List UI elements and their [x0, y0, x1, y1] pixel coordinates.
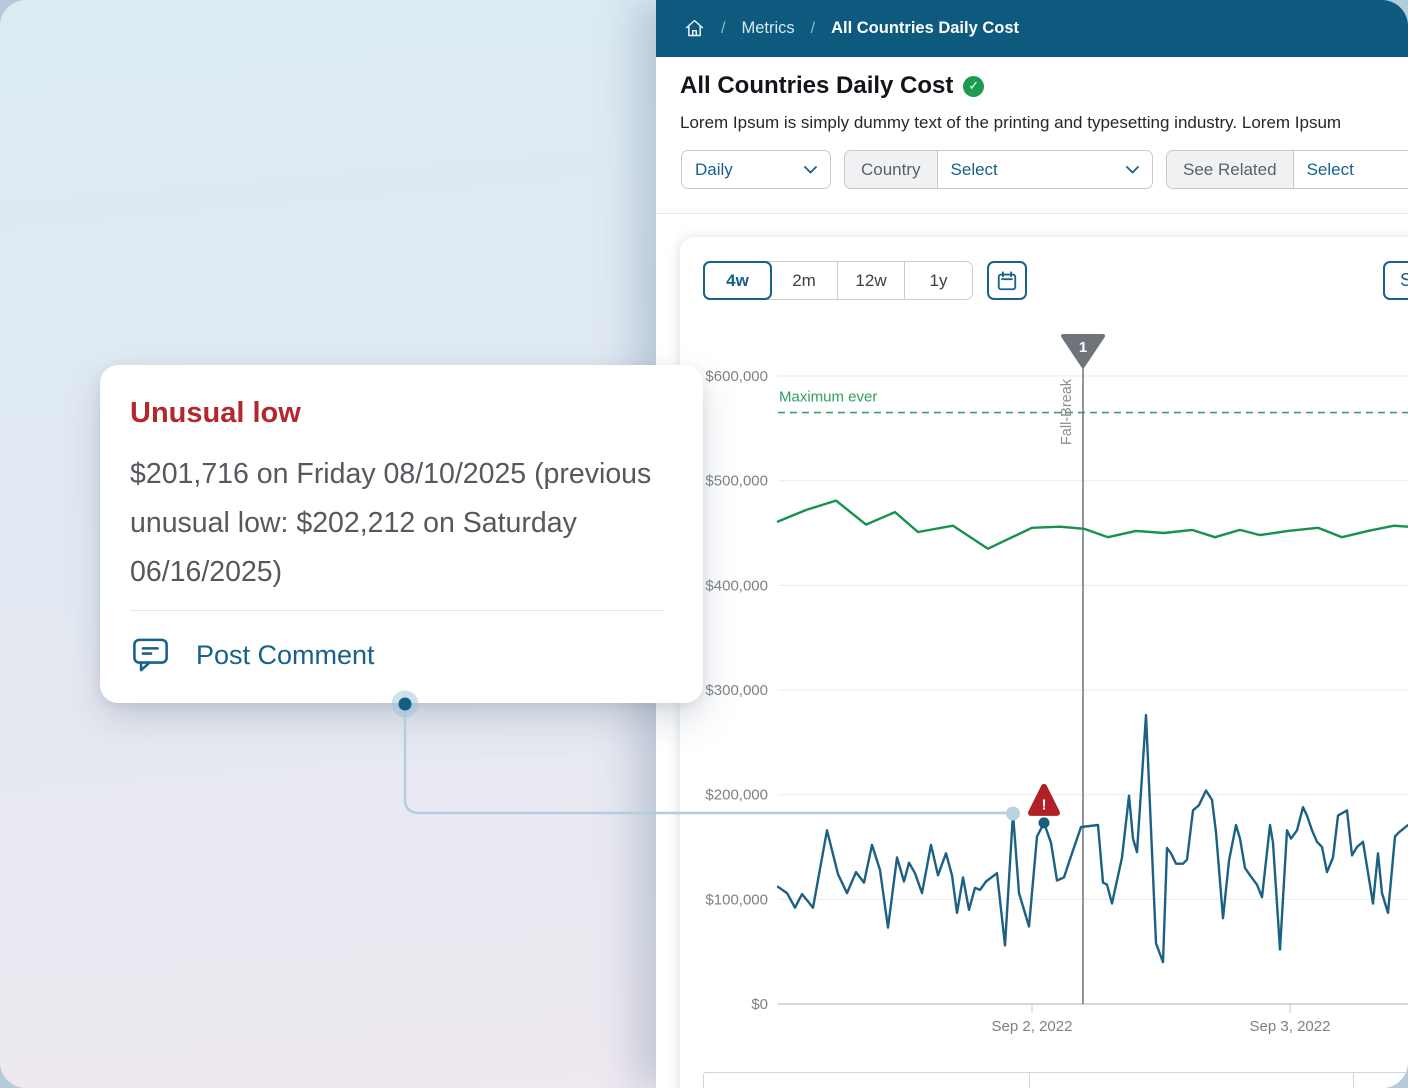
calendar-icon — [996, 270, 1018, 292]
page-subtitle: Lorem Ipsum is simply dummy text of the … — [680, 113, 1342, 132]
anomaly-annotation-card: Unusual low $201,716 on Friday 08/10/202… — [100, 365, 703, 703]
range-4w-button[interactable]: 4w — [703, 261, 772, 300]
share-button-partial[interactable]: S — [1383, 261, 1408, 300]
breadcrumb-separator: / — [810, 19, 816, 37]
page-header: All Countries Daily Cost ✓ Lorem Ipsum i… — [680, 72, 1408, 133]
table-column-divider — [1029, 1073, 1030, 1088]
chevron-down-icon — [1126, 165, 1139, 174]
range-selector: 4w 2m 12w 1y — [703, 261, 973, 300]
chart-card — [680, 237, 1408, 1088]
country-filter-group: Country Select — [844, 150, 1153, 189]
frequency-select[interactable]: Daily — [681, 150, 831, 189]
annotation-title: Unusual low — [130, 397, 301, 429]
country-select[interactable]: Select — [938, 151, 1152, 188]
header-divider — [656, 213, 1408, 214]
chevron-down-icon — [804, 165, 817, 174]
page-title: All Countries Daily Cost ✓ — [680, 72, 1408, 100]
bottom-table[interactable] — [703, 1072, 1408, 1088]
post-comment-button[interactable]: Post Comment — [132, 633, 375, 677]
table-column-divider — [1353, 1073, 1354, 1088]
annotation-body: $201,716 on Friday 08/10/2025 (previous … — [130, 458, 652, 588]
breadcrumb-separator: / — [721, 19, 726, 37]
annotation-divider — [130, 610, 665, 611]
home-icon[interactable] — [684, 18, 705, 39]
related-select[interactable]: Select — [1294, 151, 1408, 188]
calendar-button[interactable] — [987, 261, 1027, 300]
range-1y-button[interactable]: 1y — [905, 262, 972, 299]
verified-badge-icon: ✓ — [963, 75, 985, 97]
range-2m-button[interactable]: 2m — [771, 262, 838, 299]
related-filter-group: See Related Select — [1166, 150, 1408, 189]
breadcrumb-metrics[interactable]: Metrics — [741, 19, 794, 38]
comment-icon — [132, 637, 170, 673]
range-12w-button[interactable]: 12w — [838, 262, 905, 299]
app-sheet: / Metrics / All Countries Daily Cost All… — [0, 0, 1408, 1088]
filter-bar: Daily Country Select See Related Select — [681, 150, 1408, 189]
breadcrumb: / Metrics / All Countries Daily Cost — [656, 0, 1408, 57]
country-filter-label: Country — [845, 151, 938, 188]
related-select-value: Select — [1306, 159, 1354, 179]
page-title-text: All Countries Daily Cost — [680, 72, 954, 99]
post-comment-label: Post Comment — [196, 639, 375, 670]
metrics-panel: / Metrics / All Countries Daily Cost All… — [656, 0, 1408, 1088]
frequency-value: Daily — [695, 159, 733, 179]
country-select-value: Select — [950, 159, 998, 179]
breadcrumb-current: All Countries Daily Cost — [831, 19, 1020, 37]
related-filter-label: See Related — [1167, 151, 1294, 188]
